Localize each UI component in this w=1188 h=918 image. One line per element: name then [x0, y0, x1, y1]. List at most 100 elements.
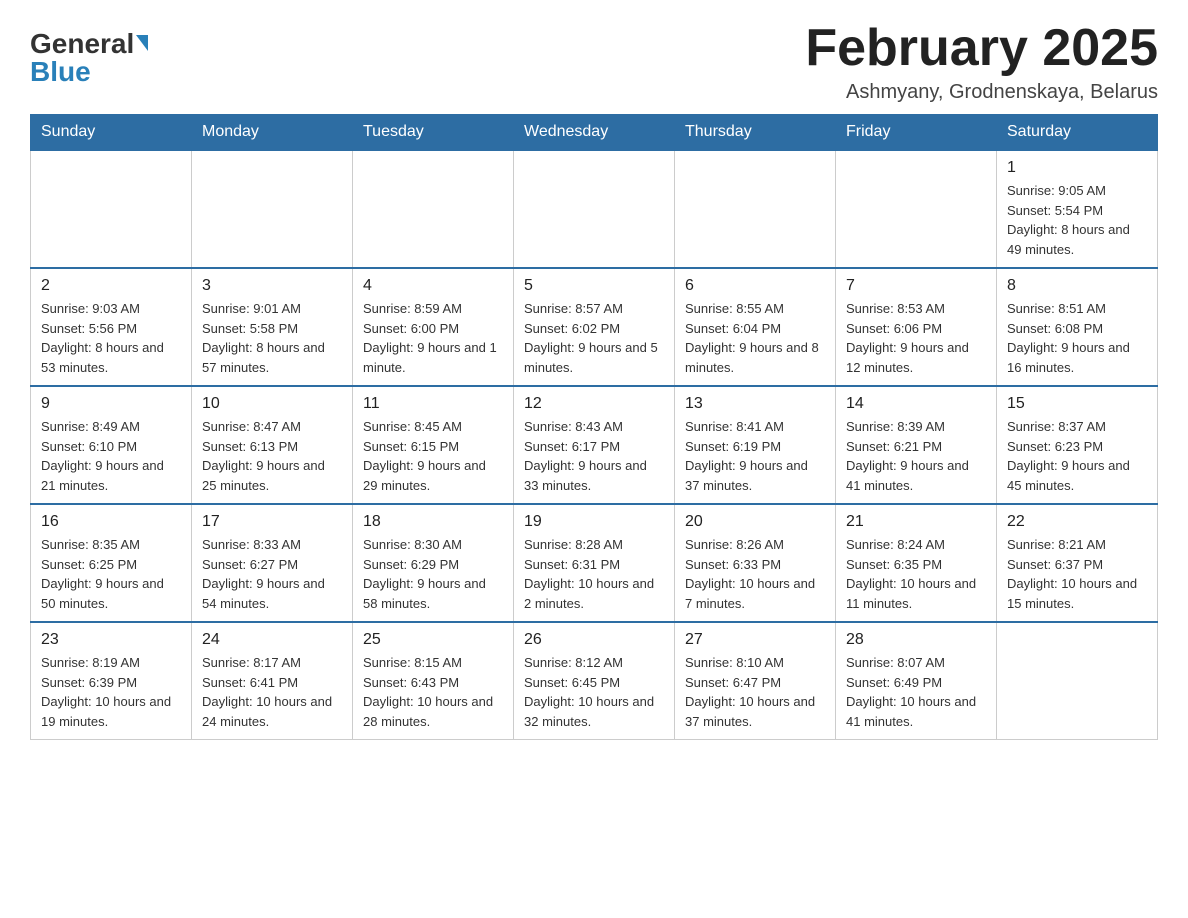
day-info: Sunrise: 8:30 AMSunset: 6:29 PMDaylight:… [363, 535, 503, 613]
calendar-week-2: 2 Sunrise: 9:03 AMSunset: 5:56 PMDaylight… [31, 268, 1158, 386]
calendar-cell: 12 Sunrise: 8:43 AMSunset: 6:17 PMDayligh… [514, 386, 675, 504]
day-info: Sunrise: 8:12 AMSunset: 6:45 PMDaylight:… [524, 653, 664, 731]
calendar-week-5: 23 Sunrise: 8:19 AMSunset: 6:39 PMDayligh… [31, 622, 1158, 740]
calendar-cell: 26 Sunrise: 8:12 AMSunset: 6:45 PMDayligh… [514, 622, 675, 740]
calendar-cell: 23 Sunrise: 8:19 AMSunset: 6:39 PMDayligh… [31, 622, 192, 740]
calendar-cell: 14 Sunrise: 8:39 AMSunset: 6:21 PMDayligh… [836, 386, 997, 504]
day-number: 28 [846, 631, 986, 649]
day-number: 1 [1007, 159, 1147, 177]
day-info: Sunrise: 8:35 AMSunset: 6:25 PMDaylight:… [41, 535, 181, 613]
calendar-cell [836, 150, 997, 268]
day-number: 13 [685, 395, 825, 413]
calendar-cell: 8Sunrise: 8:51 AMSunset: 6:08 PMDaylight… [997, 268, 1158, 386]
logo-blue-text: Blue [30, 56, 91, 88]
day-number: 9 [41, 395, 181, 413]
calendar-cell: 11 Sunrise: 8:45 AMSunset: 6:15 PMDayligh… [353, 386, 514, 504]
day-info: Sunrise: 8:41 AMSunset: 6:19 PMDaylight:… [685, 417, 825, 495]
logo-general: General [30, 30, 148, 58]
calendar-cell: 27 Sunrise: 8:10 AMSunset: 6:47 PMDayligh… [675, 622, 836, 740]
calendar-cell: 22Sunrise: 8:21 AMSunset: 6:37 PMDayligh… [997, 504, 1158, 622]
logo: General Blue [30, 20, 148, 88]
day-info: Sunrise: 8:39 AMSunset: 6:21 PMDaylight:… [846, 417, 986, 495]
day-info: Sunrise: 8:24 AMSunset: 6:35 PMDaylight:… [846, 535, 986, 613]
day-number: 15 [1007, 395, 1147, 413]
calendar-cell: 5Sunrise: 8:57 AMSunset: 6:02 PMDaylight… [514, 268, 675, 386]
calendar-cell: 2 Sunrise: 9:03 AMSunset: 5:56 PMDaylight… [31, 268, 192, 386]
day-info: Sunrise: 8:07 AMSunset: 6:49 PMDaylight:… [846, 653, 986, 731]
day-info: Sunrise: 8:45 AMSunset: 6:15 PMDaylight:… [363, 417, 503, 495]
day-number: 14 [846, 395, 986, 413]
page-title: February 2025 [805, 20, 1158, 77]
day-info: Sunrise: 8:55 AMSunset: 6:04 PMDaylight:… [685, 299, 825, 377]
day-number: 3 [202, 277, 342, 295]
day-number: 10 [202, 395, 342, 413]
col-monday: Monday [192, 115, 353, 151]
day-number: 27 [685, 631, 825, 649]
day-number: 17 [202, 513, 342, 531]
day-info: Sunrise: 8:47 AMSunset: 6:13 PMDaylight:… [202, 417, 342, 495]
day-number: 18 [363, 513, 503, 531]
logo-general-text: General [30, 30, 134, 58]
day-info: Sunrise: 8:59 AMSunset: 6:00 PMDaylight:… [363, 299, 503, 377]
calendar-cell [514, 150, 675, 268]
calendar-cell [675, 150, 836, 268]
page-subtitle: Ashmyany, Grodnenskaya, Belarus [805, 81, 1158, 104]
calendar-header-row: Sunday Monday Tuesday Wednesday Thursday… [31, 115, 1158, 151]
col-saturday: Saturday [997, 115, 1158, 151]
day-info: Sunrise: 8:43 AMSunset: 6:17 PMDaylight:… [524, 417, 664, 495]
day-number: 16 [41, 513, 181, 531]
calendar-table: Sunday Monday Tuesday Wednesday Thursday… [30, 114, 1158, 740]
day-number: 2 [41, 277, 181, 295]
calendar-cell: 28 Sunrise: 8:07 AMSunset: 6:49 PMDayligh… [836, 622, 997, 740]
col-tuesday: Tuesday [353, 115, 514, 151]
day-number: 7 [846, 277, 986, 295]
calendar-cell: 15 Sunrise: 8:37 AMSunset: 6:23 PMDayligh… [997, 386, 1158, 504]
day-number: 6 [685, 277, 825, 295]
title-section: February 2025 Ashmyany, Grodnenskaya, Be… [805, 20, 1158, 104]
day-info: Sunrise: 9:01 AMSunset: 5:58 PMDaylight:… [202, 299, 342, 377]
day-number: 25 [363, 631, 503, 649]
day-number: 12 [524, 395, 664, 413]
page-header: General Blue February 2025 Ashmyany, Gro… [30, 20, 1158, 104]
calendar-cell [31, 150, 192, 268]
day-number: 4 [363, 277, 503, 295]
day-info: Sunrise: 8:19 AMSunset: 6:39 PMDaylight:… [41, 653, 181, 731]
calendar-cell: 3 Sunrise: 9:01 AMSunset: 5:58 PMDaylight… [192, 268, 353, 386]
day-info: Sunrise: 9:05 AMSunset: 5:54 PMDaylight:… [1007, 181, 1147, 259]
calendar-cell: 25Sunrise: 8:15 AMSunset: 6:43 PMDayligh… [353, 622, 514, 740]
day-number: 11 [363, 395, 503, 413]
col-wednesday: Wednesday [514, 115, 675, 151]
calendar-cell: 20Sunrise: 8:26 AMSunset: 6:33 PMDayligh… [675, 504, 836, 622]
calendar-cell: 13 Sunrise: 8:41 AMSunset: 6:19 PMDayligh… [675, 386, 836, 504]
day-number: 26 [524, 631, 664, 649]
day-info: Sunrise: 8:37 AMSunset: 6:23 PMDaylight:… [1007, 417, 1147, 495]
col-sunday: Sunday [31, 115, 192, 151]
calendar-cell [997, 622, 1158, 740]
calendar-cell: 21 Sunrise: 8:24 AMSunset: 6:35 PMDayligh… [836, 504, 997, 622]
day-number: 22 [1007, 513, 1147, 531]
calendar-cell: 10 Sunrise: 8:47 AMSunset: 6:13 PMDayligh… [192, 386, 353, 504]
calendar-cell: 9 Sunrise: 8:49 AMSunset: 6:10 PMDaylight… [31, 386, 192, 504]
calendar-cell: 19Sunrise: 8:28 AMSunset: 6:31 PMDayligh… [514, 504, 675, 622]
calendar-cell: 17 Sunrise: 8:33 AMSunset: 6:27 PMDayligh… [192, 504, 353, 622]
calendar-cell [353, 150, 514, 268]
calendar-cell: 16 Sunrise: 8:35 AMSunset: 6:25 PMDayligh… [31, 504, 192, 622]
day-number: 20 [685, 513, 825, 531]
day-number: 23 [41, 631, 181, 649]
logo-arrow-icon [136, 35, 148, 51]
day-info: Sunrise: 8:57 AMSunset: 6:02 PMDaylight:… [524, 299, 664, 377]
col-friday: Friday [836, 115, 997, 151]
day-info: Sunrise: 8:53 AMSunset: 6:06 PMDaylight:… [846, 299, 986, 377]
calendar-cell: 24Sunrise: 8:17 AMSunset: 6:41 PMDayligh… [192, 622, 353, 740]
col-thursday: Thursday [675, 115, 836, 151]
day-info: Sunrise: 8:33 AMSunset: 6:27 PMDaylight:… [202, 535, 342, 613]
day-number: 8 [1007, 277, 1147, 295]
day-info: Sunrise: 9:03 AMSunset: 5:56 PMDaylight:… [41, 299, 181, 377]
day-number: 19 [524, 513, 664, 531]
day-info: Sunrise: 8:49 AMSunset: 6:10 PMDaylight:… [41, 417, 181, 495]
day-info: Sunrise: 8:17 AMSunset: 6:41 PMDaylight:… [202, 653, 342, 731]
calendar-cell: 7 Sunrise: 8:53 AMSunset: 6:06 PMDaylight… [836, 268, 997, 386]
calendar-week-1: 1 Sunrise: 9:05 AMSunset: 5:54 PMDaylight… [31, 150, 1158, 268]
day-info: Sunrise: 8:10 AMSunset: 6:47 PMDaylight:… [685, 653, 825, 731]
day-number: 21 [846, 513, 986, 531]
